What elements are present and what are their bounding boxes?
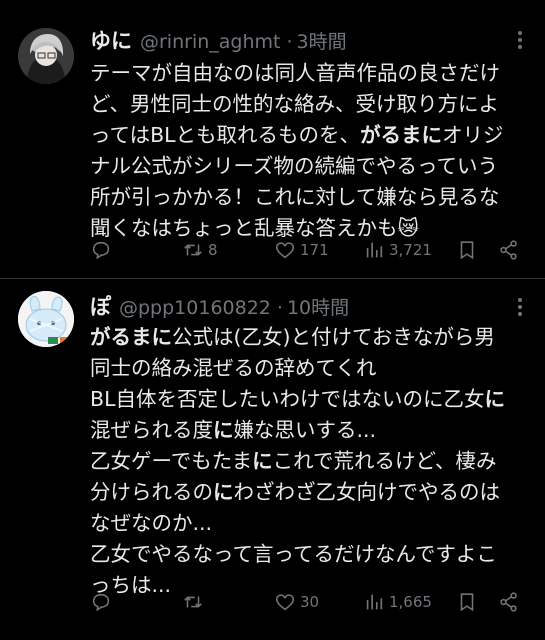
separator-dot: ·	[276, 297, 283, 319]
tweet-header: ぽ @ppp10160822 · 10時間	[90, 291, 525, 321]
text-segment: BL自体を否定したいわけではないのに乙女	[90, 387, 485, 411]
share-button[interactable]	[498, 591, 520, 613]
bold-text: に	[213, 480, 234, 504]
bookmark-icon	[460, 241, 474, 260]
text-segment: 混ぜられる度	[90, 418, 213, 442]
text-segment: ど、男性同士の性的な絡み、受け取り方によ	[90, 92, 499, 116]
avatar[interactable]	[18, 291, 74, 347]
text-segment: 公式は(乙女)と付けておきながら男	[172, 325, 495, 349]
display-name[interactable]: ゆに	[90, 25, 132, 55]
retweet-icon	[184, 596, 202, 608]
like-icon	[275, 242, 295, 259]
share-button[interactable]	[498, 239, 520, 261]
text-segment: オリジ	[442, 123, 504, 147]
like-icon	[275, 594, 295, 611]
tweet-actions: 8 171 3,721	[90, 239, 520, 265]
text-segment: テーマが自由なのは同人音声作品の良さだけ	[90, 61, 500, 85]
tweet[interactable]: ぽ @ppp10160822 · 10時間 がるまに公式は(乙女)と付けておきな…	[0, 279, 545, 640]
tweet-header: ゆに @rinrin_aghmt · 3時間	[90, 25, 525, 55]
share-icon	[500, 240, 517, 260]
tweet-text-line: ってはBLとも取れるものを、がるまにオリジ	[90, 120, 530, 151]
display-name[interactable]: ぽ	[90, 291, 111, 321]
text-segment: 乙女ゲーでもたま	[90, 449, 253, 473]
timestamp[interactable]: 10時間	[287, 293, 349, 320]
tweet-text-line: 分けられるのにわざわざ乙女向けでやるのは	[90, 477, 530, 508]
bold-text: に	[213, 418, 234, 442]
tweet-text-line: 乙女でやるなって言ってるだけなんですよこ	[90, 539, 530, 570]
tweet-text-line: BL自体を否定したいわけではないのに乙女に	[90, 384, 530, 415]
text-segment: 嫌な思いする...	[233, 418, 377, 442]
bookmark-icon	[460, 593, 474, 612]
like-count: 171	[300, 241, 329, 259]
text-segment: 所が引っかかる！これに対して嫌なら見るな	[90, 185, 500, 209]
text-segment: 分けられるの	[90, 480, 213, 504]
bold-text: がるまに	[90, 325, 172, 349]
tweet-text-line: ナル公式がシリーズ物の続編でやるっていう	[90, 151, 530, 182]
views-count: 3,721	[389, 241, 432, 259]
like-button[interactable]: 30	[274, 591, 319, 613]
retweet-count: 8	[208, 241, 218, 259]
text-segment: ってはBLとも取れるものを、	[90, 123, 361, 147]
like-count: 30	[300, 593, 320, 611]
text-segment: ナル公式がシリーズ物の続編でやるっていう	[90, 154, 498, 178]
like-button[interactable]: 171	[274, 239, 329, 261]
reply-button[interactable]	[90, 239, 116, 261]
tweet-text-line: ど、男性同士の性的な絡み、受け取り方によ	[90, 89, 530, 120]
tweet-text-line: テーマが自由なのは同人音声作品の良さだけ	[90, 58, 530, 89]
more-icon[interactable]	[517, 30, 523, 50]
views-icon	[366, 242, 383, 258]
text-segment: 乙女でやるなって言ってるだけなんですよこ	[90, 542, 497, 566]
tweet-text-line: がるまに公式は(乙女)と付けておきながら男	[90, 322, 530, 353]
tweet-text-line: 混ぜられる度に嫌な思いする...	[90, 415, 530, 446]
retweet-button[interactable]: 8	[182, 239, 218, 261]
text-segment: これで荒れるけど、棲み	[272, 449, 497, 473]
text-segment: 同士の絡み混ぜるの辞めてくれ	[90, 356, 377, 380]
user-handle[interactable]: @ppp10160822	[119, 297, 271, 319]
tweet-text-line: 同士の絡み混ぜるの辞めてくれ	[90, 353, 530, 384]
bold-text: に	[252, 449, 273, 473]
text-segment: なぜなのか...	[90, 511, 213, 535]
bold-text: がるまに	[360, 123, 443, 147]
text-segment: 聞くなはちょっと乱暴な答えかも😿	[90, 216, 419, 240]
tweet[interactable]: ゆに @rinrin_aghmt · 3時間 テーマが自由なのは同人音声作品の良…	[0, 0, 545, 279]
views-button[interactable]: 3,721	[363, 239, 432, 261]
avatar[interactable]	[18, 28, 74, 84]
share-icon	[500, 592, 517, 612]
reply-icon	[92, 241, 110, 260]
bookmark-button[interactable]	[456, 239, 478, 261]
user-handle[interactable]: @rinrin_aghmt	[140, 31, 280, 53]
tweet-text: テーマが自由なのは同人音声作品の良さだけ ど、男性同士の性的な絡み、受け取り方によ…	[90, 58, 530, 244]
views-button[interactable]: 1,665	[363, 591, 432, 613]
reply-icon	[92, 593, 110, 612]
retweet-button[interactable]	[182, 591, 208, 613]
views-icon	[366, 594, 383, 610]
tweet-text: がるまに公式は(乙女)と付けておきながら男同士の絡み混ぜるの辞めてくれ BL自体を…	[90, 322, 530, 601]
retweet-icon	[184, 244, 202, 256]
timestamp[interactable]: 3時間	[297, 27, 347, 54]
separator-dot: ·	[286, 31, 293, 53]
reply-button[interactable]	[90, 591, 116, 613]
views-count: 1,665	[389, 593, 432, 611]
tweet-text-line: 乙女ゲーでもたまにこれで荒れるけど、棲み	[90, 446, 530, 477]
more-icon[interactable]	[517, 297, 523, 317]
tweet-actions: 30 1,665	[90, 591, 520, 617]
text-segment: わざわざ乙女向けでやるのは	[233, 480, 501, 504]
tweet-text-line: なぜなのか...	[90, 508, 530, 539]
tweet-text-line: 所が引っかかる！これに対して嫌なら見るな	[90, 182, 530, 213]
bookmark-button[interactable]	[456, 591, 478, 613]
bold-text: に	[484, 387, 505, 411]
